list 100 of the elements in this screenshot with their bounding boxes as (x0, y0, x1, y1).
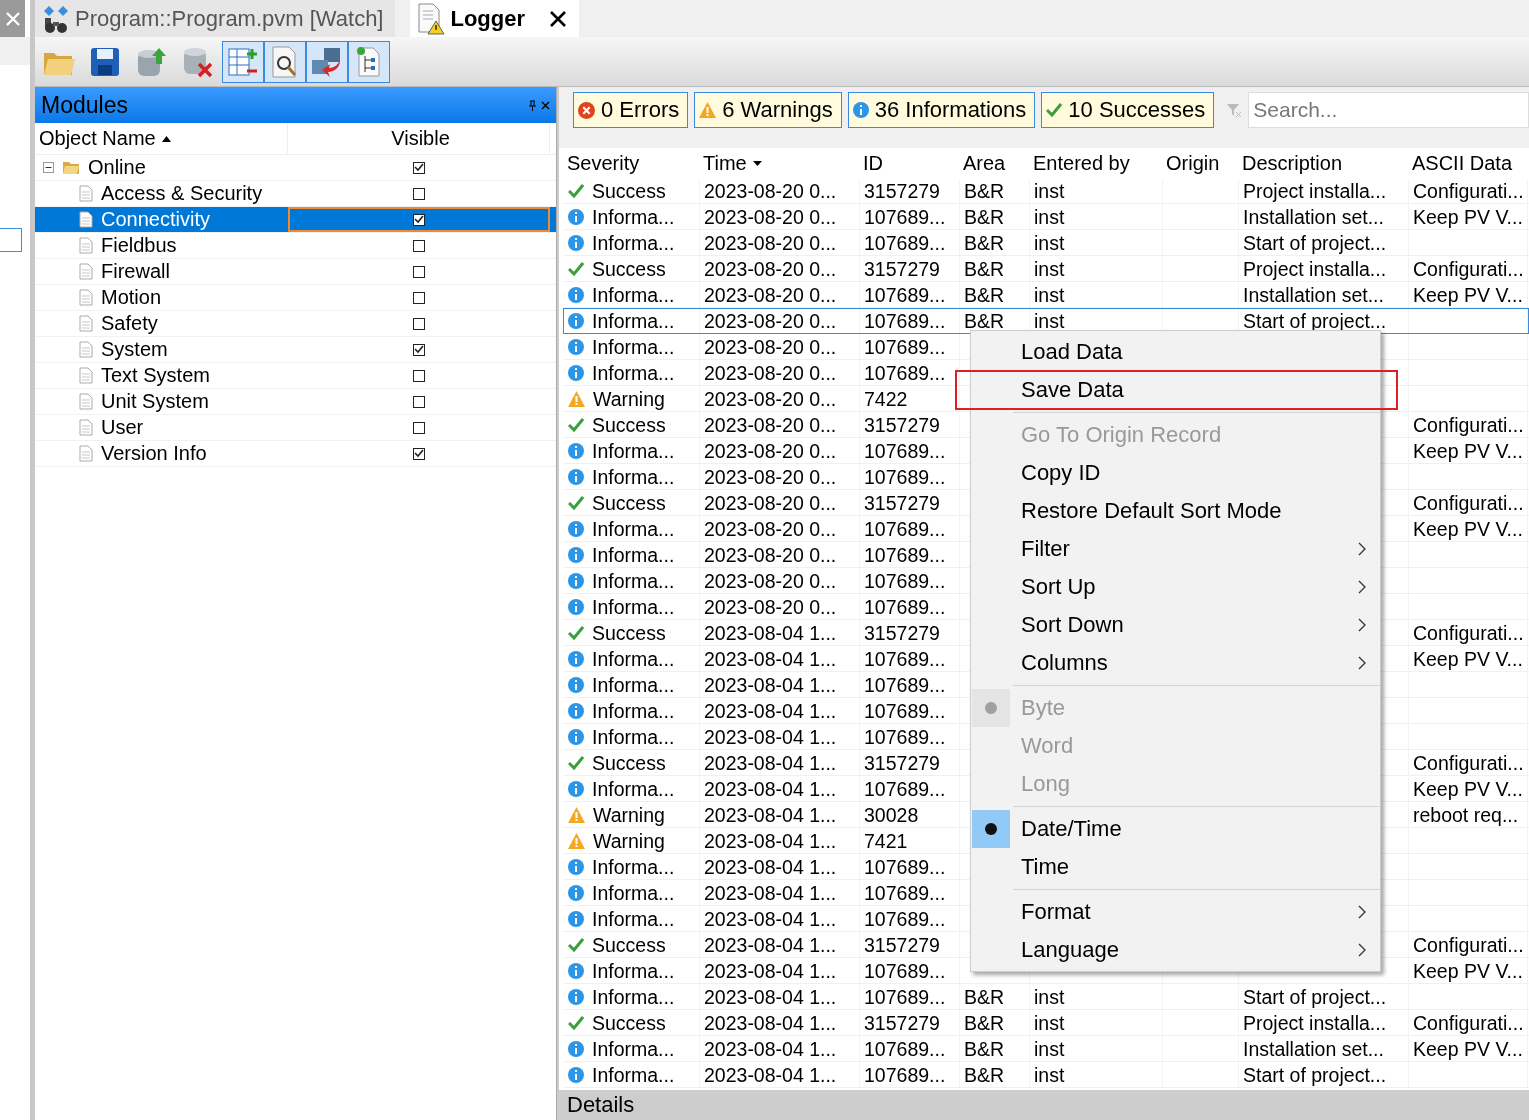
id-cell: 107689... (864, 985, 946, 1009)
tree-row[interactable]: Safety (35, 311, 556, 337)
tree-row[interactable]: Motion (35, 285, 556, 311)
info-icon (568, 287, 584, 303)
toolbar-button[interactable] (306, 40, 348, 83)
id-cell: 3157279 (864, 257, 940, 281)
id-cell: 30028 (864, 803, 919, 827)
column-header[interactable]: Severity (563, 148, 699, 178)
id-cell: 107689... (864, 595, 946, 619)
severity-text: Success (592, 413, 666, 437)
close-icon (549, 9, 568, 28)
log-row[interactable]: Informa... 2023-08-04 1... 107689... B&R inst Installation set... Keep PV V... (563, 1036, 1529, 1062)
tree-row[interactable]: Fieldbus (35, 233, 556, 259)
checkbox[interactable] (413, 291, 425, 304)
ascii-cell: Configurati... (1413, 933, 1524, 957)
checkbox[interactable] (413, 187, 425, 200)
tree-row[interactable]: User (35, 415, 556, 441)
tree-row[interactable]: Online (35, 155, 556, 181)
details-title: Details (567, 1092, 635, 1118)
user-cell: inst (1034, 309, 1065, 333)
search-field[interactable]: Search... (1248, 92, 1529, 128)
check-icon (568, 262, 584, 276)
log-row[interactable]: Success 2023-08-20 0... 3157279 B&R inst Project installa... Configurati... (563, 178, 1529, 204)
filter-button[interactable]: 6 Warnings (694, 92, 842, 128)
tree-row[interactable]: Firewall (35, 259, 556, 285)
check-icon (568, 184, 584, 198)
severity-text: Success (592, 257, 666, 281)
column-header[interactable]: Area (959, 148, 1029, 178)
tree-row[interactable]: Version Info (35, 441, 556, 467)
info-icon (568, 911, 584, 927)
toolbar-button[interactable] (264, 40, 306, 83)
time-cell: 2023-08-04 1... (704, 829, 837, 853)
document-tab[interactable]: Program::Program.pvm [Watch] (35, 0, 396, 37)
column-header[interactable]: Time (699, 148, 859, 178)
checkbox[interactable] (413, 395, 425, 408)
close-button[interactable] (0, 0, 25, 37)
time-cell: 2023-08-04 1... (704, 881, 837, 905)
panel-field[interactable] (0, 228, 22, 252)
user-cell: inst (1034, 257, 1065, 281)
module-name: Version Info (101, 442, 207, 465)
checkbox[interactable] (413, 343, 425, 356)
severity-text: Informa... (592, 231, 675, 255)
info-icon (568, 599, 584, 615)
time-cell: 2023-08-04 1... (704, 933, 837, 957)
document-icon (79, 315, 93, 332)
document-icon (79, 289, 93, 306)
filter-clear-icon (1226, 102, 1243, 118)
severity-text: Informa... (592, 959, 675, 983)
column-header[interactable]: Description (1238, 148, 1408, 178)
checkbox[interactable] (413, 447, 425, 460)
document-tab[interactable]: Logger (410, 0, 580, 37)
checkbox[interactable] (413, 317, 425, 330)
error-icon (578, 101, 595, 119)
time-cell: 2023-08-20 0... (704, 257, 837, 281)
id-cell: 107689... (864, 231, 946, 255)
filter-button[interactable]: 36 Informations (847, 92, 1036, 128)
filter-button[interactable]: 10 Successes (1041, 92, 1215, 128)
tree-row[interactable]: Connectivity (35, 207, 556, 233)
column-header[interactable]: Visible (288, 123, 550, 154)
column-header[interactable]: ASCII Data (1408, 148, 1529, 178)
column-header[interactable]: Object Name (35, 123, 288, 154)
log-row[interactable]: Informa... 2023-08-20 0... 107689... B&R inst Installation set... Keep PV V... (563, 204, 1529, 230)
id-cell: 3157279 (864, 933, 940, 957)
log-row[interactable]: Success 2023-08-20 0... 3157279 B&R inst Project installa... Configurati... (563, 256, 1529, 282)
checkbox[interactable] (413, 239, 425, 252)
time-cell: 2023-08-20 0... (704, 491, 837, 515)
column-header[interactable]: Entered by (1029, 148, 1162, 178)
user-cell: inst (1034, 231, 1065, 255)
document-icon (79, 341, 93, 358)
checkbox[interactable] (413, 161, 425, 174)
severity-text: Informa... (592, 361, 675, 385)
chevron-right-icon (1358, 618, 1366, 632)
description-cell: Installation set... (1243, 283, 1384, 307)
severity-text: Informa... (592, 647, 675, 671)
tree-row[interactable]: Text System (35, 363, 556, 389)
log-row[interactable]: Informa... 2023-08-20 0... 107689... B&R inst Installation set... Keep PV V... (563, 282, 1529, 308)
info-icon (568, 547, 584, 563)
panel-title: Modules (41, 91, 128, 119)
log-row[interactable]: Informa... 2023-08-20 0... 107689... B&R inst Start of project... (563, 230, 1529, 256)
log-row[interactable]: Informa... 2023-08-04 1... 107689... B&R inst Start of project... (563, 984, 1529, 1010)
ascii-cell: Keep PV V... (1413, 647, 1523, 671)
check-icon (568, 496, 584, 510)
ascii-cell: Configurati... (1413, 491, 1524, 515)
severity-text: Informa... (592, 855, 675, 879)
info-icon (568, 235, 584, 251)
column-header[interactable]: Origin (1162, 148, 1238, 178)
column-header[interactable]: ID (859, 148, 959, 178)
severity-text: Informa... (592, 1063, 675, 1087)
severity-text: Informa... (592, 725, 675, 749)
checkbox[interactable] (413, 265, 425, 278)
log-row[interactable]: Informa... 2023-08-04 1... 107689... B&R inst Start of project... (563, 1062, 1529, 1088)
tree-row[interactable]: System (35, 337, 556, 363)
checkbox[interactable] (413, 421, 425, 434)
menu-item[interactable]: Date/Time (971, 810, 1380, 848)
tree-row[interactable]: Unit System (35, 389, 556, 415)
filter-button[interactable]: 0 Errors (573, 92, 689, 128)
checkbox[interactable] (413, 213, 425, 226)
ascii-cell: Keep PV V... (1413, 517, 1523, 541)
log-row[interactable]: Success 2023-08-04 1... 3157279 B&R inst Project installa... Configurati... (563, 1010, 1529, 1036)
checkbox[interactable] (413, 369, 425, 382)
